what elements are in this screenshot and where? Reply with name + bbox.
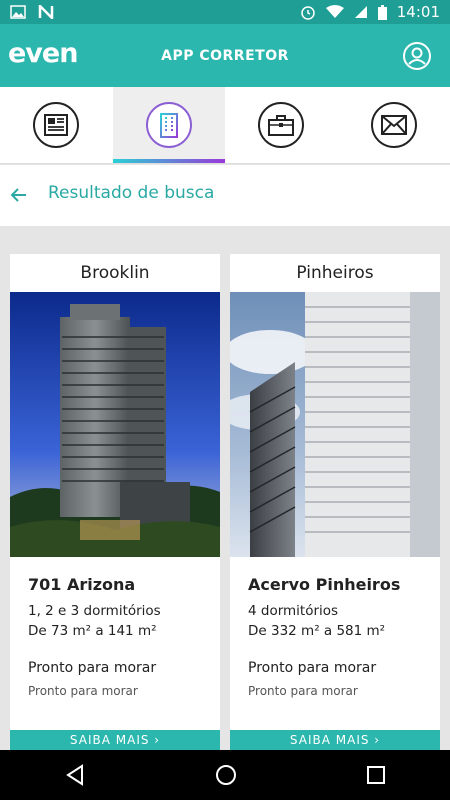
property-name: 701 Arizona — [28, 575, 136, 594]
building-photo — [230, 292, 440, 557]
wifi-icon — [325, 5, 344, 18]
card-neighborhood: Pinheiros — [296, 263, 374, 283]
alarm-icon — [301, 6, 315, 20]
back-nav-icon[interactable] — [64, 764, 86, 786]
property-card[interactable]: Brooklin 701 Arizona 1, 2 e 3 dormitório… — [10, 254, 220, 750]
status-bar: 14:01 — [0, 0, 450, 24]
system-nav-bar — [0, 750, 450, 800]
back-arrow-icon[interactable] — [10, 183, 28, 207]
property-substatus: Pronto para morar — [28, 684, 138, 698]
battery-icon — [377, 4, 387, 20]
signal-icon — [354, 6, 367, 18]
card-neighborhood: Brooklin — [80, 263, 150, 283]
recents-nav-icon[interactable] — [366, 765, 386, 785]
property-status: Pronto para morar — [248, 660, 377, 676]
image-icon — [10, 5, 26, 19]
tab-bar — [0, 87, 450, 164]
property-substatus: Pronto para morar — [248, 684, 358, 698]
property-card[interactable]: Pinheiros Acervo Pinheiros 4 dormitórios… — [230, 254, 440, 750]
clock: 14:01 — [396, 3, 440, 21]
page-title: Resultado de busca — [48, 183, 215, 203]
chevron-right-icon: › — [369, 733, 381, 747]
button-label: SAIBA MAIS — [69, 733, 150, 747]
saiba-mais-button[interactable]: SAIBA MAIS › — [10, 730, 220, 750]
home-nav-icon[interactable] — [215, 764, 237, 786]
button-label: SAIBA MAIS — [289, 733, 370, 747]
tab-briefcase[interactable] — [225, 87, 338, 163]
property-dorms: 4 dormitórios — [248, 603, 339, 619]
property-status: Pronto para morar — [28, 660, 157, 676]
chevron-right-icon: › — [149, 733, 161, 747]
n-icon — [38, 5, 54, 19]
saiba-mais-button[interactable]: SAIBA MAIS › — [230, 730, 440, 750]
building-icon — [159, 113, 178, 138]
property-dorms: 1, 2 e 3 dormitórios — [28, 603, 161, 619]
page-header: Resultado de busca — [0, 165, 450, 226]
tab-mail[interactable] — [338, 87, 450, 163]
tab-buildings[interactable] — [112, 87, 225, 163]
property-name: Acervo Pinheiros — [248, 575, 401, 594]
property-area: De 332 m² a 581 m² — [248, 623, 386, 639]
newspaper-icon — [44, 114, 69, 136]
app-bar: even APP CORRETOR — [0, 24, 450, 87]
briefcase-icon — [268, 115, 295, 136]
results-list: Brooklin 701 Arizona 1, 2 e 3 dormitório… — [10, 254, 440, 750]
profile-icon[interactable] — [402, 41, 432, 71]
tab-news[interactable] — [0, 87, 113, 163]
even-logo: even — [8, 38, 78, 69]
building-photo — [10, 292, 220, 557]
property-area: De 73 m² a 141 m² — [28, 623, 157, 639]
mail-icon — [380, 115, 407, 135]
